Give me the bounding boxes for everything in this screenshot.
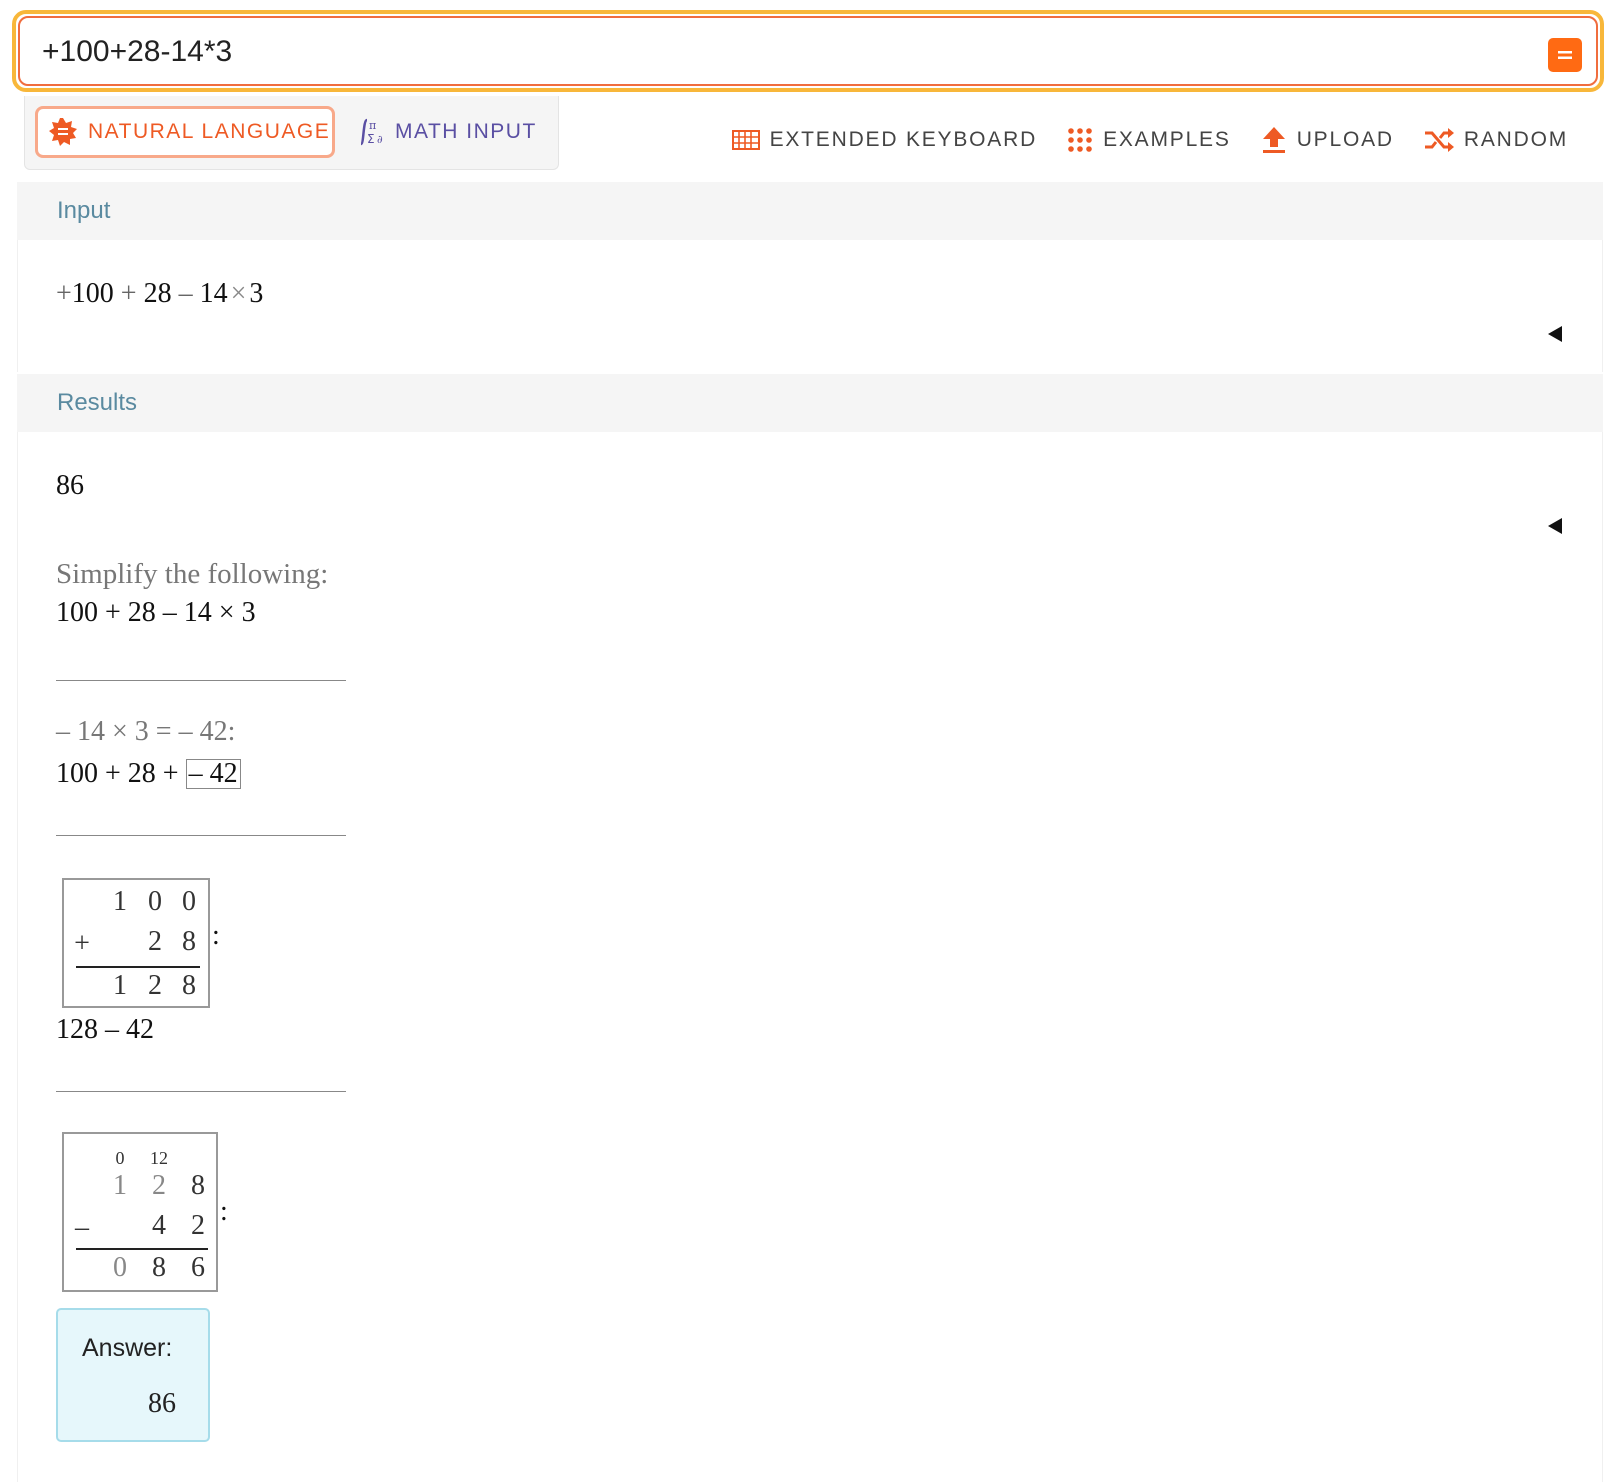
grid-dots-icon: [1068, 128, 1092, 152]
step-multiply-heading: – 14 × 3 = – 42:: [56, 716, 236, 747]
input-pod-expand-icon[interactable]: [1548, 326, 1562, 342]
svg-text:∂: ∂: [377, 133, 383, 146]
natural-language-icon: [49, 118, 77, 146]
boxed-term: – 42: [185, 759, 241, 789]
equals-icon: [1558, 51, 1572, 59]
input-pod-title: Input: [17, 182, 1603, 240]
addition-colon: :: [212, 920, 220, 951]
examples-button[interactable]: EXAMPLES: [1067, 127, 1231, 153]
keyboard-icon: [731, 130, 760, 150]
shuffle-icon: [1424, 128, 1454, 152]
input-pod-body: +100 + 28 – 14 × 3: [17, 240, 1603, 372]
svg-text:π: π: [369, 119, 376, 132]
random-label: RANDOM: [1463, 128, 1568, 151]
natural-language-button[interactable]: NATURAL LANGUAGE: [35, 106, 335, 158]
step-divider: [56, 835, 346, 836]
query-input[interactable]: [42, 32, 1442, 72]
subtraction-colon: :: [220, 1196, 228, 1227]
step-addition-result: 128 – 42: [56, 1014, 154, 1045]
addition-box: 1 0 0 + 2 8 1 2 8: [62, 878, 210, 1008]
results-pod-title: Results: [17, 374, 1603, 432]
results-pod-body: 86 Simplify the following: 100 + 28 – 14…: [17, 432, 1603, 1482]
subtraction-rule: [76, 1248, 208, 1250]
step-divider: [56, 1091, 346, 1092]
mode-toggle: NATURAL LANGUAGE π Σ ∂ MATH INPUT: [24, 96, 559, 170]
extended-keyboard-button[interactable]: EXTENDED KEYBOARD: [731, 128, 1038, 152]
step-multiply: – 14 × 3 = – 42: 100 + 28 + – 42: [56, 716, 241, 790]
answer-value: 86: [148, 1388, 176, 1419]
step-simplify: Simplify the following: 100 + 28 – 14 × …: [56, 558, 328, 629]
step-divider: [56, 680, 346, 681]
addition-rule: [76, 966, 200, 968]
subtraction-box: 0 12 1 2 8 – 4 2 0 8 6: [62, 1132, 218, 1292]
upload-icon: [1262, 127, 1285, 153]
math-input-label: MATH INPUT: [395, 120, 537, 143]
upload-button[interactable]: UPLOAD: [1261, 126, 1394, 154]
step-multiply-expr: 100 + 28 + – 42: [56, 758, 241, 790]
answer-label: Answer:: [82, 1334, 173, 1362]
extended-keyboard-label: EXTENDED KEYBOARD: [769, 128, 1038, 151]
step-simplify-heading: Simplify the following:: [56, 558, 329, 590]
natural-language-label: NATURAL LANGUAGE: [88, 120, 331, 143]
result-value: 86: [56, 470, 84, 501]
svg-text:Σ: Σ: [367, 132, 375, 146]
input-expression: +100 + 28 – 14 × 3: [56, 278, 264, 309]
compute-button[interactable]: [1548, 38, 1582, 72]
query-bar: [12, 10, 1604, 92]
toolbar: EXTENDED KEYBOARD EXAMPLES UPLOAD RANDOM: [731, 118, 1568, 162]
random-button[interactable]: RANDOM: [1424, 128, 1568, 152]
step-simplify-expr: 100 + 28 – 14 × 3: [56, 597, 256, 628]
answer-box: Answer: 86: [56, 1308, 210, 1442]
upload-label: UPLOAD: [1296, 128, 1394, 151]
examples-label: EXAMPLES: [1103, 128, 1231, 151]
input-pod: Input +100 + 28 – 14 × 3: [17, 182, 1603, 372]
results-pod-expand-icon[interactable]: [1548, 518, 1562, 534]
math-input-button[interactable]: π Σ ∂ MATH INPUT: [355, 106, 537, 158]
math-input-icon: π Σ ∂: [359, 118, 383, 146]
results-pod: Results 86 Simplify the following: 100 +…: [17, 374, 1603, 1482]
